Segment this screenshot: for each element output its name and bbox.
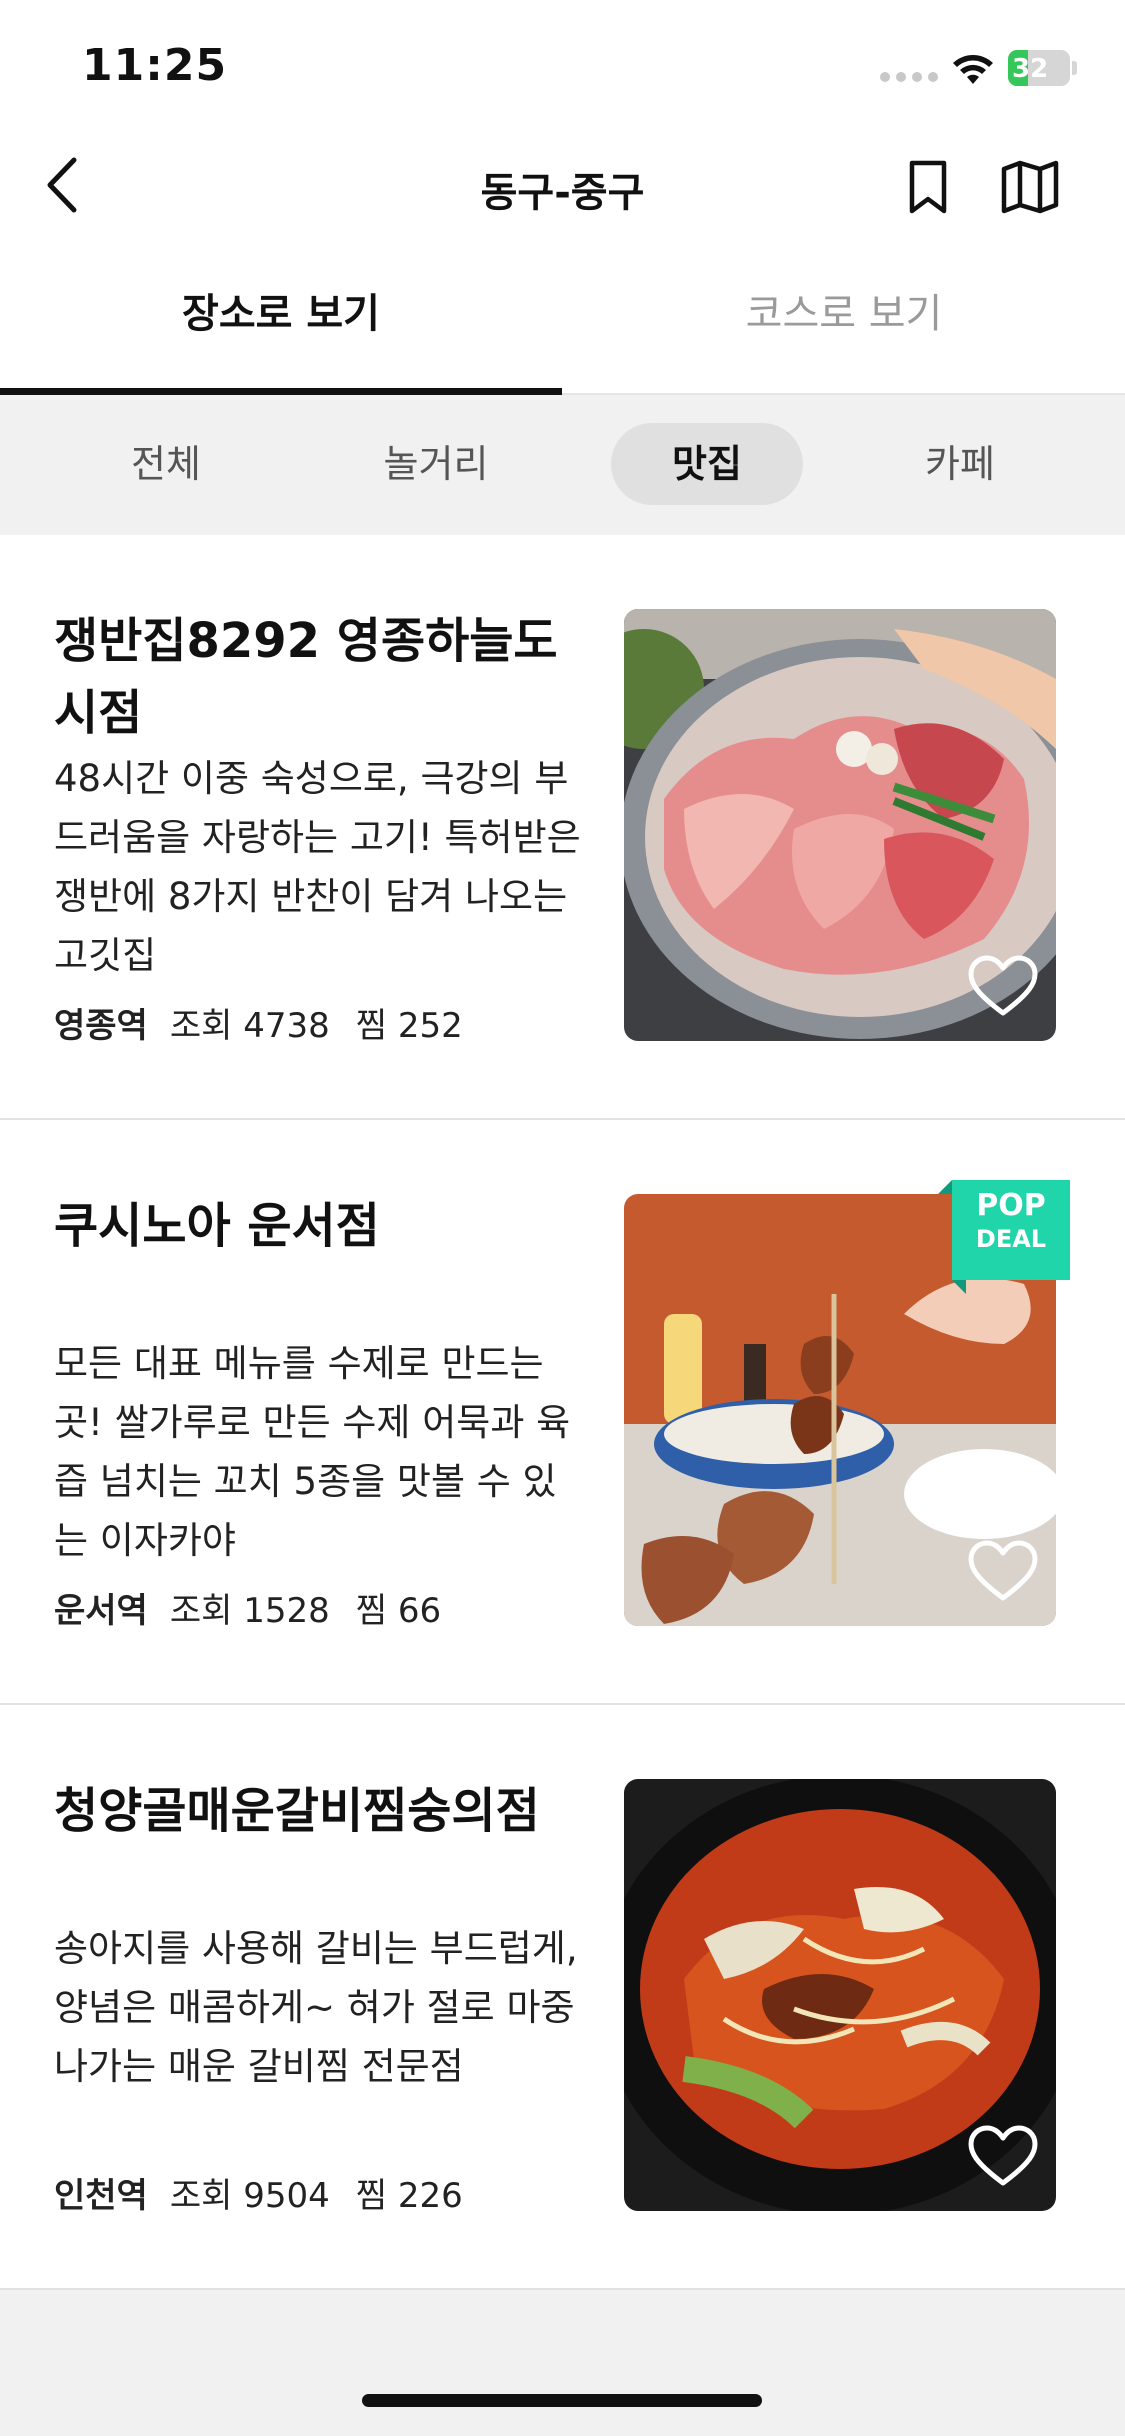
place-views: 조회 1528 xyxy=(169,1591,330,1631)
filter-restaurants[interactable]: 맛집 xyxy=(611,423,803,505)
place-views: 조회 4738 xyxy=(169,1006,330,1046)
place-meta: 영종역 조회 4738 찜 252 xyxy=(54,998,614,1047)
list-item[interactable]: 쿠시노아 운서점 모든 대표 메뉴를 수제로 만드는 곳! 쌀가루로 만든 수제… xyxy=(0,1120,1125,1705)
home-indicator[interactable] xyxy=(362,2394,762,2407)
place-likes: 찜 252 xyxy=(355,1006,463,1046)
signal-icon xyxy=(880,72,938,82)
category-filters: 전체 놀거리 맛집 카페 xyxy=(0,395,1125,535)
filter-activities[interactable]: 놀거리 xyxy=(356,423,516,505)
filter-all[interactable]: 전체 xyxy=(86,423,246,505)
status-bar: 11:25 32 xyxy=(0,0,1125,130)
place-likes: 찜 226 xyxy=(355,2176,463,2216)
place-station: 인천역 xyxy=(54,2176,148,2216)
pop-deal-line2: DEAL xyxy=(975,1225,1047,1253)
place-likes: 찜 66 xyxy=(355,1591,442,1631)
place-name: 청양골매운갈비찜숭의점 xyxy=(54,1783,540,1839)
battery-icon: 32 xyxy=(1008,50,1078,86)
place-name: 쟁반집8292 영종하늘도시점 xyxy=(54,613,558,741)
list-item[interactable]: 청양골매운갈비찜숭의점 송아지를 사용해 갈비는 부드럽게, 양념은 매콤하게~… xyxy=(0,1705,1125,2290)
place-meta: 운서역 조회 1528 찜 66 xyxy=(54,1583,614,1632)
list-item[interactable]: 쟁반집8292 영종하늘도시점 48시간 이중 숙성으로, 극강의 부드러움을 … xyxy=(0,535,1125,1120)
map-icon[interactable] xyxy=(998,155,1062,219)
place-description: 모든 대표 메뉴를 수제로 만드는 곳! 쌀가루로 만든 수제 어묵과 육즙 넘… xyxy=(54,1342,571,1562)
back-icon[interactable] xyxy=(36,150,106,220)
place-station: 영종역 xyxy=(54,1006,148,1046)
heart-icon[interactable] xyxy=(968,1540,1038,1602)
place-station: 운서역 xyxy=(54,1591,148,1631)
bookmark-icon[interactable] xyxy=(900,155,956,219)
filter-cafe[interactable]: 카페 xyxy=(880,423,1040,505)
status-time: 11:25 xyxy=(82,40,228,91)
wifi-icon xyxy=(953,55,993,84)
place-thumbnail[interactable]: POP DEAL xyxy=(624,1180,1070,1626)
place-description: 48시간 이중 숙성으로, 극강의 부드러움을 자랑하는 고기! 특허받은 쟁반… xyxy=(54,757,581,977)
pop-deal-line1: POP xyxy=(976,1188,1046,1223)
place-meta: 인천역 조회 9504 찜 226 xyxy=(54,2168,614,2217)
place-thumbnail[interactable] xyxy=(624,609,1056,1041)
page-title: 동구-중구 xyxy=(480,170,645,216)
pop-deal-badge: POP DEAL xyxy=(938,1180,1070,1294)
place-views: 조회 9504 xyxy=(169,2176,330,2216)
place-name: 쿠시노아 운서점 xyxy=(54,1198,380,1254)
place-description: 송아지를 사용해 갈비는 부드럽게, 양념은 매콤하게~ 혀가 절로 마중 나가… xyxy=(54,1927,578,2088)
tab-by-place[interactable]: 장소로 보기 xyxy=(0,245,562,393)
place-thumbnail[interactable] xyxy=(624,1779,1056,2211)
active-tab-indicator xyxy=(0,388,562,395)
tab-by-course[interactable]: 코스로 보기 xyxy=(563,245,1125,393)
view-tabs: 장소로 보기 코스로 보기 xyxy=(0,245,1125,395)
place-list: 쟁반집8292 영종하늘도시점 48시간 이중 숙성으로, 극강의 부드러움을 … xyxy=(0,535,1125,2290)
heart-icon[interactable] xyxy=(968,2125,1038,2187)
nav-header: 동구-중구 xyxy=(0,130,1125,245)
screen: 11:25 32 동구-중구 장소로 보기 코스로 보기 전체 놀거리 맛집 카… xyxy=(0,0,1125,2436)
heart-icon[interactable] xyxy=(968,955,1038,1017)
battery-level: 32 xyxy=(1012,54,1049,84)
